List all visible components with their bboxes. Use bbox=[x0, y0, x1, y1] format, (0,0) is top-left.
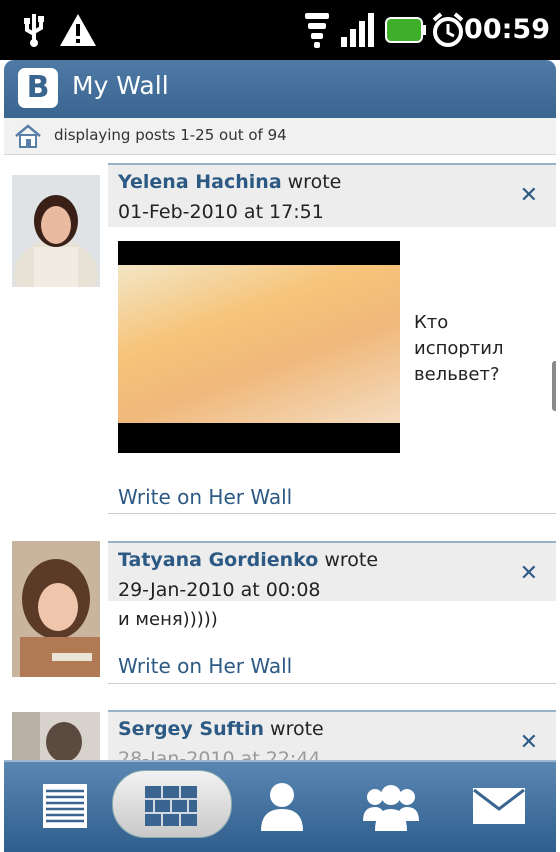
usb-icon bbox=[14, 10, 54, 50]
close-icon[interactable]: ✕ bbox=[520, 183, 538, 208]
alarm-icon bbox=[430, 10, 466, 50]
post-author[interactable]: Yelena Hachina wrote bbox=[118, 171, 341, 193]
post-header: Tatyana Gordienko wrote 29-Jan-2010 at 00… bbox=[108, 541, 556, 601]
post-header: Yelena Hachina wrote 01-Feb-2010 at 17:51… bbox=[108, 163, 556, 227]
close-icon[interactable]: ✕ bbox=[520, 561, 538, 586]
messages-icon[interactable] bbox=[464, 776, 534, 836]
post-verb: wrote bbox=[287, 171, 342, 193]
close-icon[interactable]: ✕ bbox=[520, 730, 538, 755]
avatar[interactable] bbox=[12, 541, 100, 677]
video-frame bbox=[118, 265, 400, 423]
signal-icon bbox=[338, 10, 378, 50]
divider bbox=[108, 513, 556, 514]
status-bar: 00:59 bbox=[0, 0, 560, 60]
avatar[interactable] bbox=[12, 712, 100, 760]
write-on-wall-link[interactable]: Write on Her Wall bbox=[118, 485, 292, 509]
post-author[interactable]: Tatyana Gordienko wrote bbox=[118, 549, 378, 571]
wifi-icon bbox=[302, 10, 332, 50]
post-caption: Кто испортил вельвет? bbox=[414, 310, 504, 388]
friends-icon[interactable] bbox=[356, 776, 426, 836]
posts-counter: displaying posts 1-25 out of 94 bbox=[54, 126, 287, 144]
wall-icon[interactable] bbox=[136, 776, 206, 836]
title-bar: B My Wall bbox=[4, 60, 556, 118]
news-icon[interactable] bbox=[30, 776, 100, 836]
bottom-nav bbox=[4, 760, 556, 852]
caption-line: вельвет? bbox=[414, 364, 500, 385]
wall-feed[interactable]: Yelena Hachina wrote 01-Feb-2010 at 17:51… bbox=[4, 155, 556, 760]
caption-line: Кто bbox=[414, 312, 449, 333]
page-title: My Wall bbox=[72, 71, 169, 100]
warning-icon bbox=[56, 10, 100, 50]
caption-line: испортил bbox=[414, 338, 504, 359]
post-date: 28-Jan-2010 at 22:44 bbox=[118, 748, 321, 760]
write-on-wall-link[interactable]: Write on Her Wall bbox=[118, 654, 292, 678]
posts-counter-bar: displaying posts 1-25 out of 94 bbox=[4, 118, 556, 155]
home-icon[interactable] bbox=[13, 123, 43, 153]
post-date: 29-Jan-2010 at 00:08 bbox=[118, 579, 321, 601]
avatar[interactable] bbox=[12, 175, 100, 287]
post-verb: wrote bbox=[324, 549, 379, 571]
video-thumbnail[interactable] bbox=[118, 241, 400, 453]
post-author[interactable]: Sergey Suftin wrote bbox=[118, 718, 324, 740]
post-text: и меня))))) bbox=[118, 609, 218, 630]
scrollbar[interactable] bbox=[552, 361, 556, 411]
clock: 00:59 bbox=[464, 14, 550, 45]
battery-icon bbox=[384, 10, 428, 50]
post-header: Sergey Suftin wrote 28-Jan-2010 at 22:44 … bbox=[108, 710, 556, 760]
profile-icon[interactable] bbox=[247, 776, 317, 836]
divider bbox=[108, 683, 556, 684]
post-verb: wrote bbox=[270, 718, 324, 740]
vk-logo: B bbox=[18, 68, 58, 108]
post-date: 01-Feb-2010 at 17:51 bbox=[118, 201, 324, 223]
